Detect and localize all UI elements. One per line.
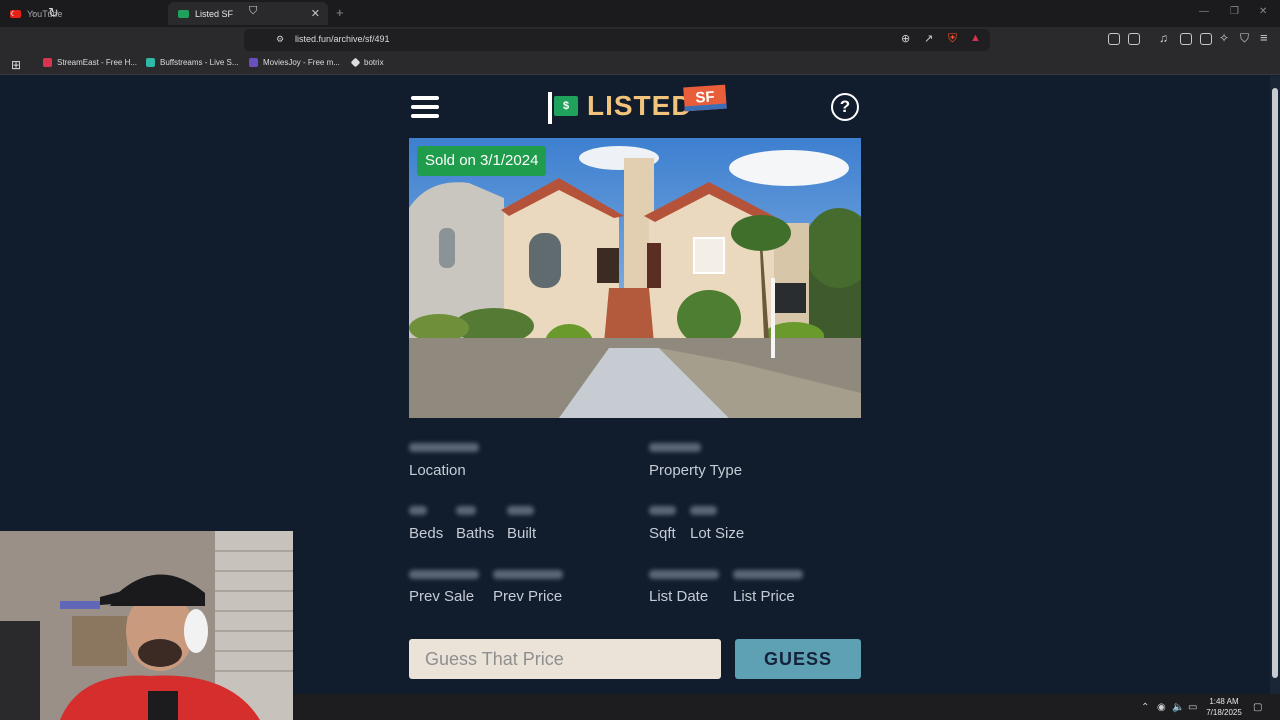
bookmark-streameast[interactable]: StreamEast - Free H... [43,58,137,67]
moviesjoy-icon [249,58,258,67]
scrollbar-thumb[interactable] [1272,88,1278,678]
property-type-label: Property Type [649,462,743,479]
bookmark-label: MoviesJoy - Free m... [263,58,340,67]
bookmark-icon[interactable]: ⛉ [249,5,257,18]
dollar-sign-icon: $ [554,96,578,116]
buffstreams-icon [146,58,155,67]
sidebar-icon[interactable] [1180,33,1192,45]
botrix-icon [350,57,361,68]
minimize-icon[interactable]: — [1199,6,1209,17]
music-icon[interactable]: ♫ [1159,31,1168,45]
property-photo [409,138,861,418]
leo-ai-icon[interactable]: ✧ [1219,31,1229,45]
beds-value-hidden [409,506,427,515]
apps-grid-icon[interactable]: ⊞ [11,58,21,72]
tab-listed-sf[interactable]: Listed SF ✕ [168,2,328,25]
restore-icon[interactable]: ❐ [1230,6,1239,17]
prev-sale-value-hidden [409,570,479,579]
bookmark-label: botrix [364,58,384,67]
hamburger-menu-icon[interactable] [411,96,439,118]
beds-label: Beds [409,525,444,542]
logo-wordmark: LISTED [587,90,693,121]
list-date-label: List Date [649,588,709,605]
sqft-label: Sqft [649,525,676,542]
tab-youtube[interactable]: YouTube [0,2,166,25]
back-icon[interactable]: ‹ [10,5,14,20]
vpn-shield-icon[interactable]: ⛉ [1240,31,1249,46]
clock-date: 7/18/2025 [1206,708,1242,717]
price-guess-input[interactable] [409,639,721,679]
site-info-icon[interactable]: ⚙ [276,34,284,45]
location-label: Location [409,462,466,479]
logo-sf-badge: SF [683,84,727,112]
wallet-icon[interactable] [1200,33,1212,45]
url-text[interactable]: listed.fun/archive/sf/491 [295,34,390,44]
property-type-value-hidden [649,443,701,452]
help-icon[interactable]: ? [831,93,859,121]
bookmark-buffstreams[interactable]: Buffstreams - Live S... [146,58,239,67]
location-value-hidden [409,443,479,452]
sign-post [548,92,552,124]
baths-label: Baths [456,525,495,542]
window-close-icon[interactable]: ✕ [1259,6,1267,17]
built-value-hidden [507,506,534,515]
built-label: Built [507,525,537,542]
prev-price-label: Prev Price [493,588,563,605]
extensions-icon[interactable] [1108,33,1120,45]
zoom-icon[interactable]: ⊕ [901,32,910,45]
close-tab-icon[interactable]: ✕ [311,7,320,20]
prev-price-value-hidden [493,570,563,579]
listed-sf-logo[interactable]: $ LISTED SF [548,84,728,126]
screenshot-icon[interactable] [1128,33,1140,45]
reload-icon[interactable]: ↻ [48,5,59,21]
menu-icon[interactable]: ≡ [1260,30,1268,45]
bookmark-moviesjoy[interactable]: MoviesJoy - Free m... [249,58,340,67]
bookmark-botrix[interactable]: botrix [350,57,384,68]
new-tab-icon[interactable]: + [336,5,344,20]
list-date-value-hidden [649,570,719,579]
clock-time: 1:48 AM [1209,697,1239,706]
bookmark-label: StreamEast - Free H... [57,58,138,67]
volume-icon[interactable]: 🔈 [1172,702,1184,713]
prev-sale-label: Prev Sale [409,588,475,605]
lot-size-value-hidden [690,506,717,515]
forward-icon[interactable]: › [31,5,35,20]
tray-overflow-icon[interactable]: ⌃ [1141,702,1149,713]
streameast-icon [43,58,52,67]
list-price-value-hidden [733,570,803,579]
sold-date-badge: Sold on 3/1/2024 [417,146,547,176]
sqft-value-hidden [649,506,676,515]
bookmark-label: Buffstreams - Live S... [160,58,239,67]
brave-shield-icon[interactable]: ⛨ [948,31,957,46]
tab-title: Listed SF [195,8,234,19]
notifications-icon[interactable]: ▢ [1253,702,1262,713]
list-price-label: List Price [733,588,795,605]
webcam-overlay [0,531,293,720]
baths-value-hidden [456,506,476,515]
brave-rewards-icon[interactable]: ▲ [970,32,981,44]
listed-favicon-icon [178,9,189,18]
steam-icon[interactable]: ◉ [1157,702,1166,713]
guess-button[interactable]: GUESS [735,639,861,679]
lot-size-label: Lot Size [690,525,745,542]
share-icon[interactable]: ↗ [924,32,933,45]
system-clock[interactable]: 1:48 AM 7/18/2025 [1196,696,1252,718]
